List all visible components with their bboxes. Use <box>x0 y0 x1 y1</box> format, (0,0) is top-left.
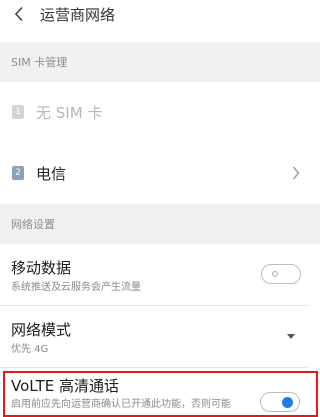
network-mode-row[interactable]: 网络模式 优先 4G <box>0 306 309 368</box>
network-mode-title: 网络模式 <box>11 321 72 339</box>
caret-down-icon <box>287 334 295 339</box>
network-section-label: 网络设置 <box>11 218 55 231</box>
top-bar: 运营商网络 <box>0 0 320 28</box>
sim-slot-1: 1 无 SIM 卡 <box>0 82 320 142</box>
sim-section-label: SIM 卡管理 <box>11 56 68 69</box>
volte-row[interactable]: VoLTE 高清通话 启用前应先向运营商确认已开通此功能，否则可能 <box>0 370 320 417</box>
network-mode-subtitle: 优先 4G <box>11 344 49 355</box>
sim-section-header: SIM 卡管理 <box>0 42 320 82</box>
sim-1-icon: 1 <box>12 105 24 119</box>
toggle-knob <box>282 397 293 408</box>
sim-slot-2[interactable]: 2 电信 <box>0 142 320 204</box>
back-button[interactable] <box>8 3 30 25</box>
sim-slot-1-label: 无 SIM 卡 <box>36 103 103 122</box>
toggle-knob <box>272 271 278 277</box>
mobile-data-subtitle: 系统推送及云服务会产生流量 <box>11 282 141 293</box>
page-title: 运营商网络 <box>40 5 116 24</box>
carrier-network-screen: 运营商网络 SIM 卡管理 1 无 SIM 卡 2 电信 网络设置 移动数据 系… <box>0 0 320 417</box>
volte-toggle[interactable] <box>260 392 300 412</box>
chevron-left-icon <box>14 6 23 22</box>
mobile-data-toggle[interactable] <box>261 264 301 284</box>
mobile-data-row[interactable]: 移动数据 系统推送及云服务会产生流量 <box>0 244 309 306</box>
sim-slot-2-label: 电信 <box>36 164 67 183</box>
sim-2-icon: 2 <box>12 166 24 180</box>
network-section-header: 网络设置 <box>0 204 320 244</box>
chevron-right-icon <box>292 166 300 180</box>
